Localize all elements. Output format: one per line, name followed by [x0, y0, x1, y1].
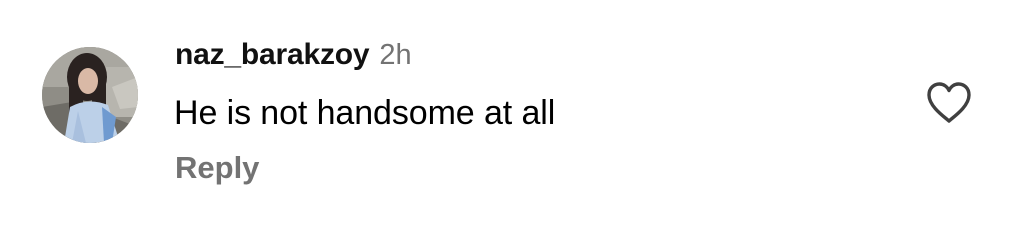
comment-header: naz_barakzoy 2h	[175, 38, 412, 82]
like-button[interactable]	[926, 81, 972, 125]
avatar-photo	[42, 47, 138, 143]
heart-outline-icon	[927, 82, 971, 123]
comment-text: He is not handsome at all	[174, 94, 556, 132]
reply-button[interactable]: Reply	[175, 150, 259, 186]
username-link[interactable]: naz_barakzoy	[175, 38, 370, 72]
timestamp: 2h	[379, 39, 412, 71]
avatar[interactable]	[42, 47, 138, 143]
comment-item: naz_barakzoy 2h He is not handsome at al…	[0, 0, 1024, 246]
